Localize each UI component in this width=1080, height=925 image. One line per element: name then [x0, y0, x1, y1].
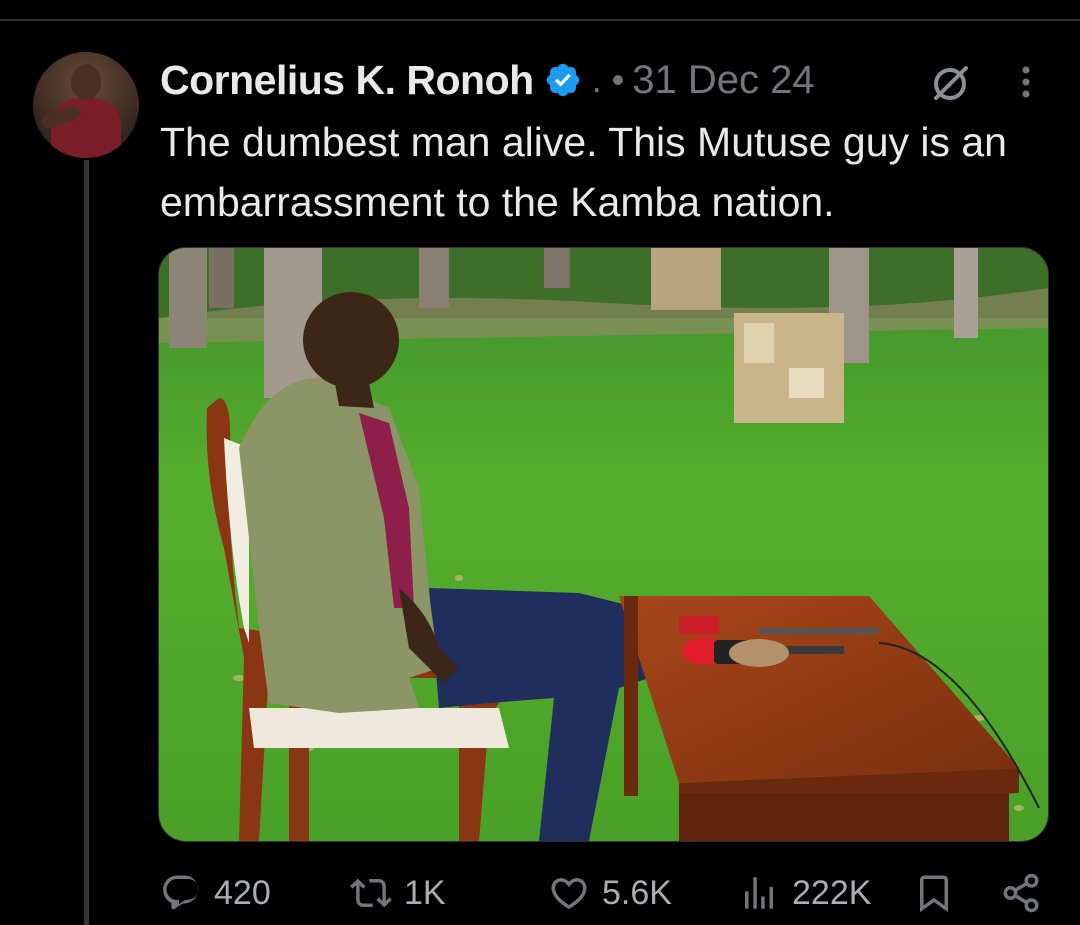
heart-icon [551, 878, 587, 910]
grok-icon[interactable] [928, 60, 972, 104]
avatar-head [71, 64, 101, 100]
top-divider [0, 19, 1080, 21]
tweet-date[interactable]: 31 Dec 24 [632, 58, 814, 103]
repost-button[interactable]: 1K [350, 865, 446, 921]
tweet-actions-bar: 420 1K 5.6K 222K [0, 865, 1080, 925]
like-count: 5.6K [602, 873, 672, 912]
share-icon [1003, 873, 1039, 913]
like-button[interactable]: 5.6K [548, 865, 672, 921]
repost-icon [350, 878, 392, 908]
more-options-icon[interactable] [1016, 62, 1036, 102]
reply-icon [163, 875, 199, 910]
avatar-body [51, 98, 121, 158]
tweet-header: Cornelius K. Ronoh . • 31 Dec 24 [160, 56, 815, 104]
views-button[interactable]: 222K [738, 865, 871, 921]
author-name[interactable]: Cornelius K. Ronoh [160, 57, 534, 104]
view-count: 222K [792, 873, 872, 912]
reply-button[interactable]: 420 [160, 865, 271, 921]
avatar[interactable] [33, 52, 139, 158]
thread-line [84, 160, 89, 925]
verified-badge-icon[interactable] [544, 61, 582, 99]
photo-illustration [159, 248, 1048, 841]
reply-count: 420 [214, 873, 271, 912]
separator: . • [591, 59, 625, 100]
tweet-text: The dumbest man alive. This Mutuse guy i… [160, 119, 1007, 225]
bookmark-icon [920, 875, 948, 913]
share-button[interactable] [1000, 865, 1054, 921]
views-chart-icon [745, 877, 773, 909]
bookmark-button[interactable] [913, 865, 967, 921]
repost-count: 1K [404, 873, 446, 912]
tweet-media-photo[interactable] [158, 247, 1049, 842]
